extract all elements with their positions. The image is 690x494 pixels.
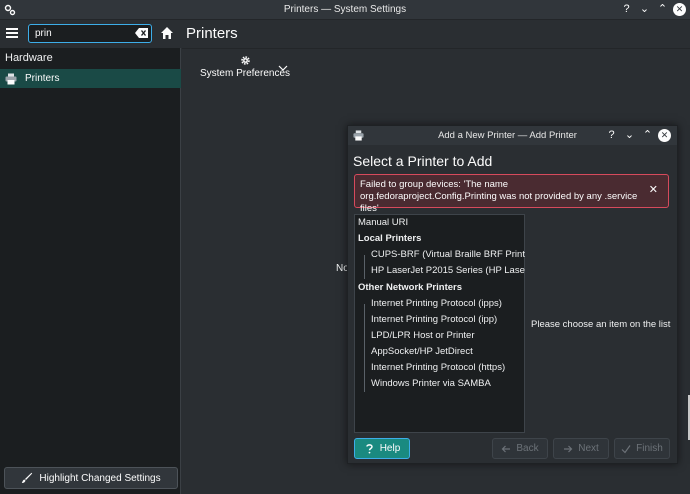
dialog-heading: Select a Printer to Add <box>353 153 493 169</box>
dialog-footer: Help Back Next Finish <box>348 438 677 464</box>
error-message: Failed to group devices: 'The name org.f… <box>354 174 669 214</box>
close-icon[interactable]: ✕ <box>673 3 686 16</box>
minimize-icon[interactable]: ⌄ <box>637 2 652 17</box>
sidebar-toolbar <box>0 20 181 48</box>
finish-button[interactable]: Finish <box>614 438 670 459</box>
list-item[interactable]: HP LaserJet P2015 Series (HP LaserJ... <box>355 263 525 279</box>
clear-search-icon[interactable] <box>135 28 148 38</box>
next-button[interactable]: Next <box>553 438 609 459</box>
back-button-label: Back <box>516 443 539 454</box>
chevron-down-icon[interactable] <box>278 65 288 71</box>
arrow-right-icon <box>564 445 573 452</box>
list-item-manual-uri[interactable]: Manual URI <box>355 215 525 231</box>
list-item[interactable]: Internet Printing Protocol (ipps) <box>355 296 525 312</box>
hamburger-menu-icon[interactable] <box>6 28 18 38</box>
system-preferences-label: System Preferences <box>199 68 291 79</box>
error-text: Failed to group devices: 'The name org.f… <box>360 179 638 214</box>
dialog-minimize-icon[interactable]: ⌄ <box>622 128 637 143</box>
checkmark-icon <box>621 444 631 453</box>
printer-list[interactable]: Manual URI Local Printers CUPS-BRF (Virt… <box>354 214 525 433</box>
highlight-button-label: Highlight Changed Settings <box>39 472 161 484</box>
close-icon[interactable]: ✕ <box>649 184 658 196</box>
list-group-network: Other Network Printers <box>358 282 462 293</box>
next-button-label: Next <box>578 443 599 454</box>
highlight-changed-settings-button[interactable]: Highlight Changed Settings <box>4 467 178 489</box>
question-icon <box>365 444 373 454</box>
help-button-label: Help <box>379 443 401 454</box>
sidebar: Hardware Printers Highlight Changed Sett… <box>0 20 181 494</box>
dialog-maximize-icon[interactable]: ⌃ <box>640 128 655 143</box>
help-button[interactable]: Help <box>354 438 410 459</box>
maximize-icon[interactable]: ⌃ <box>655 2 670 17</box>
list-item[interactable]: AppSocket/HP JetDirect <box>355 344 525 360</box>
header-divider <box>182 48 690 49</box>
gear-icon <box>240 56 250 65</box>
choose-item-message: Please choose an item on the list <box>531 319 671 330</box>
dialog-close-icon[interactable]: ✕ <box>658 129 671 142</box>
finish-button-label: Finish <box>636 443 663 454</box>
category-hardware: Hardware <box>5 52 53 64</box>
search-input[interactable] <box>28 24 152 43</box>
sidebar-item-label: Printers <box>25 73 60 84</box>
brush-icon <box>22 472 33 483</box>
dialog-help-icon[interactable]: ? <box>604 128 619 143</box>
dialog-titlebar: Add a New Printer — Add Printer ? ⌄ ⌃ ✕ <box>348 126 677 145</box>
list-item[interactable]: Internet Printing Protocol (https) <box>355 360 525 376</box>
dialog-title: Add a New Printer — Add Printer <box>438 130 577 141</box>
window-titlebar: Printers — System Settings ? ⌄ ⌃ ✕ <box>0 0 690 20</box>
page-title: Printers <box>186 25 238 42</box>
printer-icon <box>5 73 17 84</box>
add-printer-dialog: Add a New Printer — Add Printer ? ⌄ ⌃ ✕ … <box>347 125 678 464</box>
list-item[interactable]: CUPS-BRF (Virtual Braille BRF Printer) <box>355 247 525 263</box>
back-button[interactable]: Back <box>492 438 548 459</box>
list-item[interactable]: LPD/LPR Host or Printer <box>355 328 525 344</box>
home-icon[interactable] <box>160 26 174 40</box>
list-item[interactable]: Windows Printer via SAMBA <box>355 376 525 392</box>
arrow-left-icon <box>502 445 511 452</box>
sidebar-item-printers[interactable]: Printers <box>0 69 181 88</box>
list-group-local: Local Printers <box>358 233 422 244</box>
window-title: Printers — System Settings <box>283 4 407 15</box>
help-icon[interactable]: ? <box>619 2 634 17</box>
list-item[interactable]: Internet Printing Protocol (ipp) <box>355 312 525 328</box>
